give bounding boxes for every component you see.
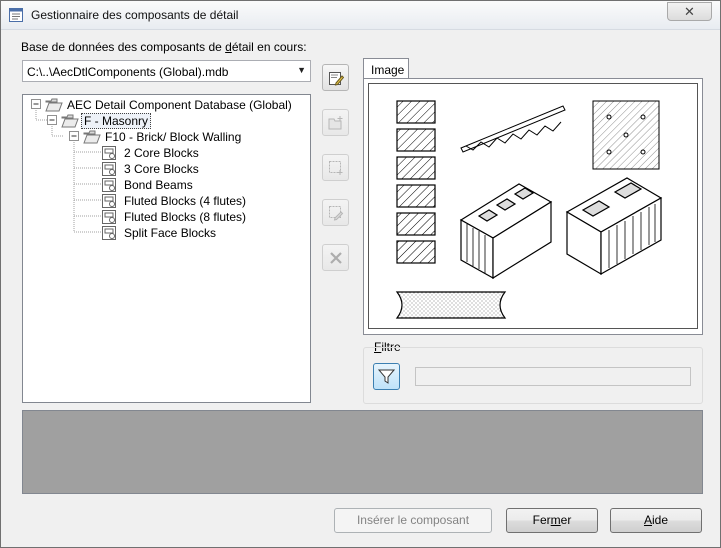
tree-item-label: Split Face Blocks: [124, 226, 217, 240]
component-preview-image: [368, 83, 698, 329]
close-button[interactable]: Fermer: [506, 508, 598, 533]
title-bar: Gestionnaire des composants de détail ✕: [1, 1, 720, 30]
tab-image-label: Image: [371, 63, 405, 77]
tree-node-walling-label: F10 - Brick/ Block Walling: [105, 130, 242, 144]
component-icon: [102, 178, 116, 192]
add-component-icon: [329, 161, 343, 175]
masonry-blocks-drawing: [395, 100, 663, 319]
tree-item-label: Bond Beams: [124, 178, 193, 192]
help-button[interactable]: Aide: [610, 508, 702, 533]
folder-open-icon: [83, 130, 101, 144]
window-title: Gestionnaire des composants de détail: [31, 8, 239, 22]
image-panel: [363, 78, 703, 335]
chevron-down-icon[interactable]: ▼: [297, 65, 306, 75]
database-select-value: C:\..\AecDtlComponents (Global).mdb: [27, 65, 229, 79]
description-area: [22, 410, 703, 494]
tree-node-masonry-label: F - Masonry: [81, 113, 152, 129]
funnel-icon: [378, 369, 395, 384]
database-select[interactable]: C:\..\AecDtlComponents (Global).mdb ▼: [22, 60, 311, 82]
delete-button[interactable]: [322, 244, 349, 271]
add-component-button[interactable]: [322, 154, 349, 181]
tab-image[interactable]: Image: [363, 58, 409, 79]
filter-input[interactable]: [415, 367, 691, 386]
database-label: Base de données des composants de détail…: [21, 40, 307, 54]
edit-component-icon: [329, 206, 344, 221]
tree-item-label: Fluted Blocks (8 flutes): [124, 210, 247, 224]
insert-component-button[interactable]: Insérer le composant: [334, 508, 492, 533]
app-icon: [9, 8, 23, 22]
component-tree[interactable]: AEC Detail Component Database (Global) F…: [22, 94, 311, 403]
folder-open-icon: [61, 114, 79, 128]
filter-button[interactable]: [373, 363, 400, 390]
new-folder-icon: [328, 116, 343, 130]
tree-item-label: Fluted Blocks (4 flutes): [124, 194, 247, 208]
delete-icon: [330, 252, 342, 264]
edit-database-button[interactable]: [322, 64, 349, 91]
component-icon: [102, 162, 116, 176]
component-icon: [102, 146, 116, 160]
dialog-window: Gestionnaire des composants de détail ✕ …: [0, 0, 721, 548]
tree-item-label: 2 Core Blocks: [124, 146, 199, 160]
tree-item-label: 3 Core Blocks: [124, 162, 199, 176]
tree-node-root-label: AEC Detail Component Database (Global): [67, 98, 292, 112]
close-icon: ✕: [684, 4, 695, 19]
edit-component-button[interactable]: [322, 199, 349, 226]
new-folder-button[interactable]: [322, 109, 349, 136]
edit-database-icon: [329, 72, 344, 86]
close-window-button[interactable]: ✕: [667, 2, 712, 21]
component-icon: [102, 194, 116, 208]
component-icon: [102, 226, 116, 240]
component-icon: [102, 210, 116, 224]
folder-open-icon: [45, 98, 63, 112]
